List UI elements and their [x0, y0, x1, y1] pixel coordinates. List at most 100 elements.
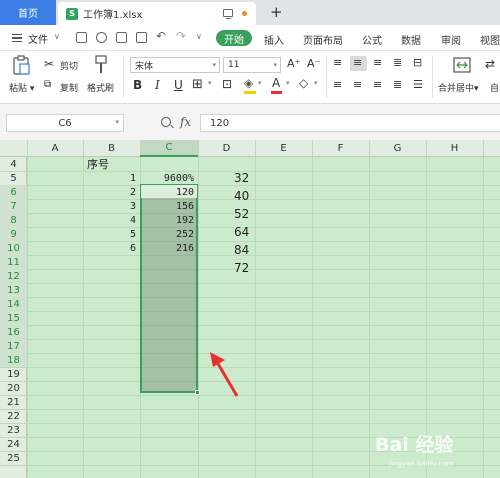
row-header-23[interactable]: 23 [0, 423, 27, 437]
column-header-d[interactable]: D [198, 140, 255, 157]
increase-font-icon[interactable]: A⁺ [287, 57, 300, 70]
monitor-icon[interactable] [223, 9, 233, 19]
scissors-icon[interactable]: ✂ [44, 57, 54, 71]
align-right-icon[interactable]: ≡ [373, 78, 382, 91]
underline-button[interactable]: U [174, 78, 183, 92]
copy-icon[interactable]: ⧉ [44, 79, 51, 90]
format-painter-icon[interactable] [93, 55, 109, 75]
redo-icon[interactable]: ↷ [176, 29, 187, 43]
copy-button[interactable]: 复制 [60, 81, 78, 94]
orientation-icon[interactable]: ≣ [393, 56, 402, 69]
align-left-icon[interactable]: ≡ [333, 78, 342, 91]
cell-d10[interactable]: 72 [226, 261, 256, 275]
row-header-19[interactable]: 19 [0, 367, 27, 381]
italic-button[interactable]: I [155, 78, 160, 92]
column-header-a[interactable]: A [27, 140, 83, 157]
row-header-14[interactable]: 14 [0, 297, 27, 311]
wrap-text-icon[interactable]: ⊟ [413, 56, 422, 69]
spreadsheet-grid[interactable]: A B C D E F G H 4 5 6 7 8 9 10 11 12 13 14 15 16 17 18… [0, 140, 500, 478]
chevron-down-icon[interactable]: ▾ [286, 79, 290, 87]
cell-d6[interactable]: 40 [226, 189, 256, 203]
borders-icon[interactable]: ⊞ [192, 77, 203, 92]
tab-workbook[interactable]: S 工作簿1.xlsx [58, 2, 256, 25]
font-name-select[interactable]: 宋体 ▾ [130, 57, 220, 73]
cut-button[interactable]: 剪切 [60, 59, 78, 72]
tab-page-layout[interactable]: 页面布局 [303, 32, 343, 47]
row-header-6[interactable]: 6 [0, 185, 27, 199]
formula-input[interactable]: 120 [200, 114, 500, 132]
align-top-icon[interactable]: ≡ [333, 56, 342, 69]
chevron-down-icon[interactable]: ▾ [258, 79, 262, 87]
chevron-down-icon[interactable]: ∨ [196, 32, 207, 43]
cell-d5[interactable]: 32 [226, 171, 256, 185]
tab-review[interactable]: 审阅 [441, 32, 461, 47]
row-header-13[interactable]: 13 [0, 283, 27, 297]
auto-wrap-icon[interactable]: ⇄ [485, 57, 495, 71]
row-header-9[interactable]: 9 [0, 227, 27, 241]
column-header-h[interactable]: H [426, 140, 483, 157]
font-size-select[interactable]: 11 ▾ [223, 57, 281, 73]
cell-c10[interactable]: 216 [140, 241, 198, 255]
auto-wrap-button[interactable]: 自 [490, 81, 499, 94]
row-header-24[interactable]: 24 [0, 437, 27, 451]
row-header-15[interactable]: 15 [0, 311, 27, 325]
export-pdf-icon[interactable] [96, 32, 107, 43]
tab-formulas[interactable]: 公式 [362, 32, 382, 47]
undo-icon[interactable]: ↶ [156, 29, 167, 43]
tab-home[interactable]: 首页 [0, 0, 56, 25]
cell-c7[interactable]: 156 [140, 199, 198, 213]
search-icon[interactable] [161, 117, 171, 127]
decrease-font-icon[interactable]: A⁻ [307, 57, 320, 70]
chevron-down-icon[interactable]: ∨ [54, 32, 60, 41]
align-middle-icon[interactable]: ≡ [353, 56, 362, 69]
cell-c5[interactable]: 9600% [140, 171, 198, 185]
row-header-22[interactable]: 22 [0, 409, 27, 423]
cell-d8[interactable]: 64 [226, 225, 256, 239]
tab-insert[interactable]: 插入 [264, 32, 284, 47]
font-color-icon[interactable]: A [272, 76, 280, 90]
row-header-8[interactable]: 8 [0, 213, 27, 227]
column-header-e[interactable]: E [255, 140, 312, 157]
cell-b6[interactable]: 2 [83, 185, 140, 199]
row-header-20[interactable]: 20 [0, 381, 27, 395]
chevron-down-icon[interactable]: ▾ [314, 79, 318, 87]
align-center-icon[interactable]: ≡ [353, 78, 362, 91]
row-header-4[interactable]: 4 [0, 157, 27, 171]
print-icon[interactable] [116, 32, 127, 43]
column-header-g[interactable]: G [369, 140, 426, 157]
cell-b5[interactable]: 1 [83, 171, 140, 185]
cell-c8[interactable]: 192 [140, 213, 198, 227]
paste-button[interactable]: 粘贴 ▾ [9, 81, 34, 94]
row-header-7[interactable]: 7 [0, 199, 27, 213]
cell-b9[interactable]: 5 [83, 227, 140, 241]
row-header-25[interactable]: 25 [0, 451, 27, 465]
paste-icon[interactable] [12, 55, 30, 75]
row-header-12[interactable]: 12 [0, 269, 27, 283]
cell-b10[interactable]: 6 [83, 241, 140, 255]
column-header-b[interactable]: B [83, 140, 140, 157]
cell-d7[interactable]: 52 [226, 207, 256, 221]
column-header-f[interactable]: F [312, 140, 369, 157]
name-box[interactable]: C6 ▾ [6, 114, 124, 132]
file-menu[interactable]: 文件 [28, 31, 48, 46]
cell-b7[interactable]: 3 [83, 199, 140, 213]
cell-d9[interactable]: 84 [226, 243, 256, 257]
row-header-21[interactable]: 21 [0, 395, 27, 409]
row-header-17[interactable]: 17 [0, 339, 27, 353]
row-header-11[interactable]: 11 [0, 255, 27, 269]
save-icon[interactable] [76, 32, 87, 43]
column-header-c[interactable]: C [140, 140, 198, 157]
fill-color-icon[interactable]: ◈ [244, 76, 253, 90]
tab-view[interactable]: 视图 [480, 32, 500, 47]
chevron-down-icon[interactable]: ▾ [208, 79, 212, 87]
merge-cells-icon[interactable]: ⊡ [222, 77, 232, 91]
fx-icon[interactable]: fx [180, 115, 191, 129]
print-preview-icon[interactable] [136, 32, 147, 43]
cell-b8[interactable]: 4 [83, 213, 140, 227]
hamburger-menu-icon[interactable] [12, 34, 22, 42]
new-tab-plus-icon[interactable]: + [270, 4, 283, 20]
row-header-18[interactable]: 18 [0, 353, 27, 367]
chevron-down-icon[interactable]: ▾ [115, 118, 119, 126]
eraser-icon[interactable]: ◇ [299, 76, 308, 90]
distributed-icon[interactable]: ☰ [413, 78, 423, 91]
